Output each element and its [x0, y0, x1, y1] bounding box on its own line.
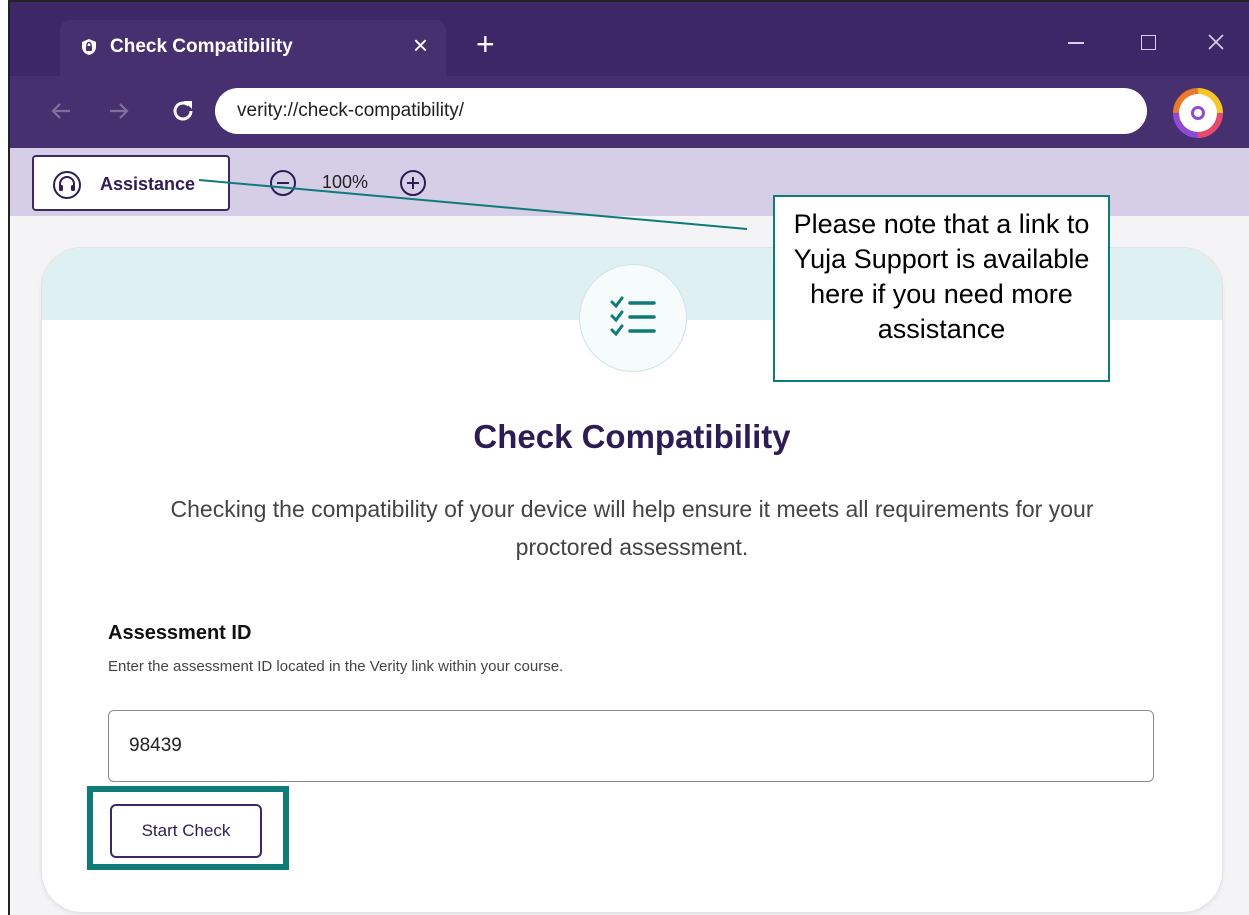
- maximize-icon[interactable]: [1141, 35, 1156, 50]
- tab-check-compatibility[interactable]: Check Compatibility ×: [60, 20, 446, 76]
- assistance-button[interactable]: Assistance: [32, 155, 230, 211]
- checklist-icon: [610, 296, 656, 337]
- zoom-level: 100%: [322, 172, 369, 192]
- checklist-badge: [579, 264, 687, 372]
- zoom-in-icon[interactable]: [398, 168, 428, 198]
- new-tab-button[interactable]: +: [476, 28, 495, 60]
- page-description: Checking the compatibility of your devic…: [170, 496, 1094, 560]
- shield-lock-icon: [82, 39, 96, 55]
- assistance-label: Assistance: [100, 174, 196, 194]
- minimize-icon[interactable]: [1068, 42, 1084, 44]
- headset-icon: [53, 171, 81, 199]
- tab-title: Check Compatibility: [110, 36, 293, 57]
- url-text: verity://check-compatibility/: [237, 100, 465, 121]
- assessment-id-input[interactable]: [108, 710, 1154, 782]
- tab-close-icon[interactable]: ×: [413, 32, 428, 58]
- zoom-out-icon[interactable]: [268, 168, 298, 198]
- assessment-id-help: Enter the assessment ID located in the V…: [108, 658, 564, 675]
- close-icon[interactable]: [1206, 32, 1226, 52]
- profile-avatar: [1179, 94, 1217, 132]
- assistance-callout: Please note that a link to Yuja Support …: [773, 195, 1110, 382]
- forward-arrow-icon[interactable]: [104, 96, 134, 126]
- back-arrow-icon[interactable]: [46, 96, 76, 126]
- address-bar[interactable]: verity://check-compatibility/: [215, 88, 1147, 134]
- callout-text: Please note that a link to Yuja Support …: [793, 209, 1090, 344]
- tab-strip: Check Compatibility × +: [10, 2, 1249, 76]
- reload-icon[interactable]: [168, 96, 198, 126]
- assessment-id-label: Assessment ID: [108, 622, 252, 644]
- navigation-bar: verity://check-compatibility/: [10, 76, 1249, 148]
- browser-window: Check Compatibility × + verity://check-c…: [8, 0, 1249, 915]
- page-title: Check Compatibility: [473, 418, 791, 455]
- profile-icon[interactable]: [1173, 88, 1223, 138]
- start-check-highlight: [87, 786, 289, 870]
- profile-dot: [1191, 106, 1205, 120]
